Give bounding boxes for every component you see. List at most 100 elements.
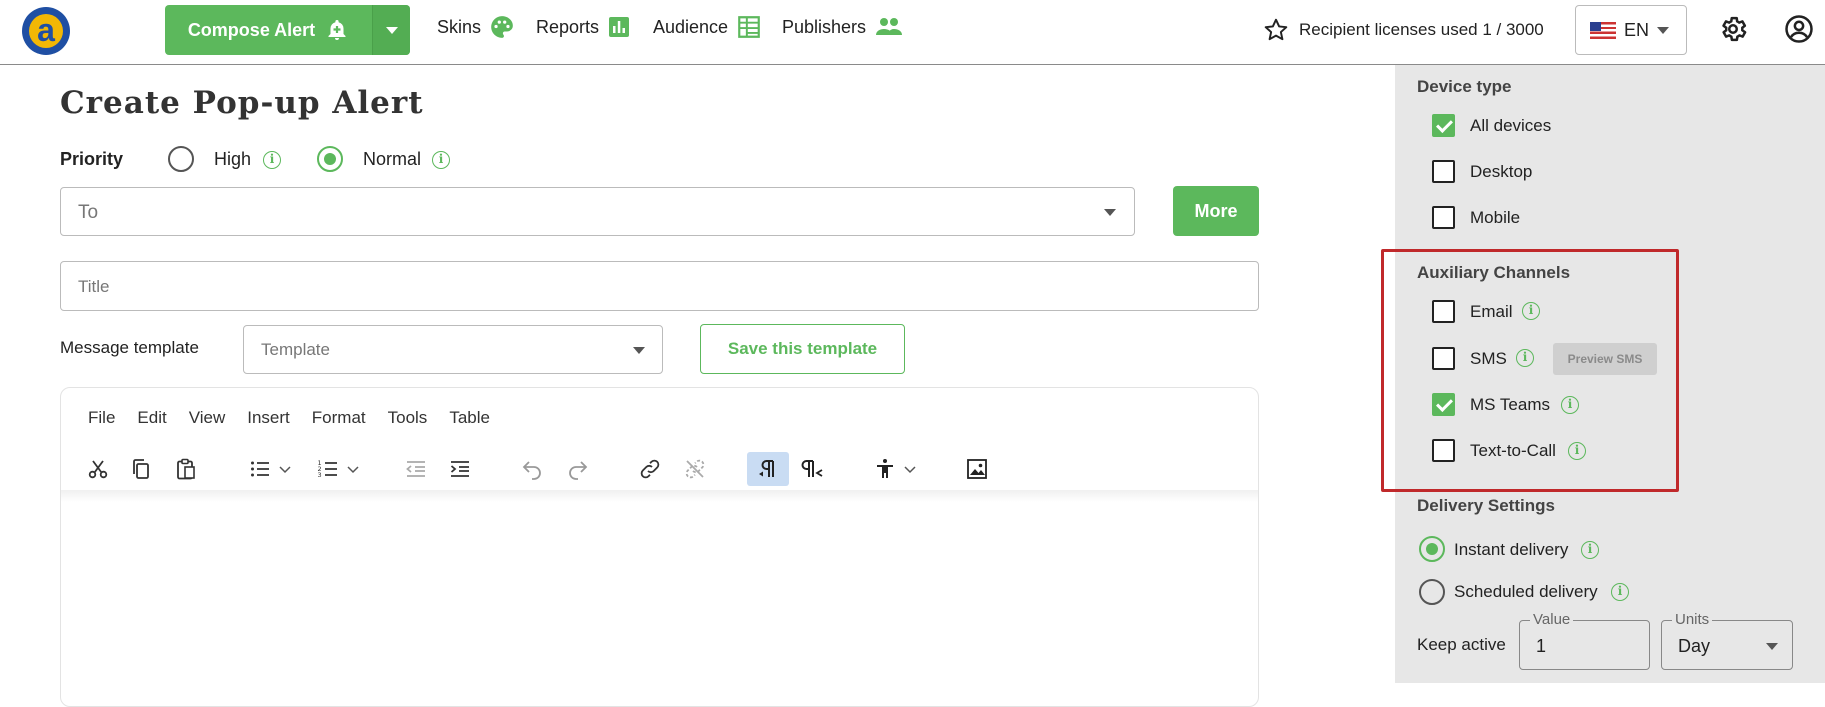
compose-dropdown-toggle[interactable]	[372, 5, 410, 55]
device-type-title: Device type	[1417, 77, 1512, 96]
compose-alert-label: Compose Alert	[187, 19, 316, 40]
bullet-list-button[interactable]	[240, 452, 300, 486]
copy-button[interactable]	[123, 452, 159, 486]
menu-file[interactable]: File	[88, 408, 115, 428]
priority-normal-radio[interactable]	[317, 146, 343, 172]
rtl-button[interactable]	[795, 452, 831, 486]
outdent-button[interactable]	[398, 452, 434, 486]
menu-view[interactable]: View	[189, 408, 226, 428]
chevron-down-icon	[279, 466, 291, 474]
numbered-list-icon: 123	[318, 459, 337, 479]
template-select[interactable]: Template	[243, 325, 663, 374]
language-select[interactable]: EN	[1575, 5, 1687, 55]
menu-format[interactable]: Format	[312, 408, 366, 428]
to-recipients-select[interactable]: To	[60, 187, 1135, 236]
link-icon	[640, 459, 660, 479]
star-icon	[1264, 18, 1288, 41]
scheduled-delivery-label: Scheduled delivery	[1454, 582, 1598, 601]
chevron-down-icon	[347, 466, 359, 474]
bar-chart-icon	[609, 17, 630, 37]
paragraph-rtl-icon	[801, 460, 823, 477]
chevron-down-icon	[386, 27, 398, 34]
svg-text:3: 3	[318, 471, 322, 479]
nav-audience-label: Audience	[653, 16, 729, 37]
ltr-button[interactable]	[747, 452, 789, 486]
priority-high-label: High	[214, 149, 252, 169]
nav-audience[interactable]: Audience	[653, 12, 762, 42]
recipient-licenses[interactable]: Recipient licenses used 1 / 3000	[1263, 15, 1544, 45]
priority-normal-label: Normal	[363, 149, 422, 169]
palette-icon	[491, 16, 513, 38]
menu-table[interactable]: Table	[449, 408, 490, 428]
keep-active-value: 1	[1536, 636, 1547, 656]
info-icon[interactable]: i	[1611, 583, 1629, 601]
info-icon[interactable]: i	[1581, 541, 1599, 559]
redo-button[interactable]	[560, 452, 596, 486]
all-devices-checkbox[interactable]	[1432, 114, 1455, 137]
template-placeholder: Template	[261, 340, 330, 359]
nav-publishers[interactable]: Publishers	[782, 12, 904, 42]
nav-skins[interactable]: Skins	[437, 12, 515, 42]
scheduled-delivery-radio[interactable]	[1419, 579, 1445, 605]
save-template-button[interactable]: Save this template	[700, 324, 905, 374]
menu-insert[interactable]: Insert	[247, 408, 290, 428]
nav-reports[interactable]: Reports	[536, 12, 631, 42]
keep-active-label: Keep active	[1417, 635, 1506, 654]
unlink-button[interactable]	[677, 452, 713, 486]
gear-icon[interactable]	[1718, 14, 1748, 44]
language-value: EN	[1624, 19, 1650, 40]
paragraph-ltr-icon	[759, 460, 774, 477]
desktop-checkbox[interactable]	[1432, 160, 1455, 183]
page-title: Create Pop-up Alert	[60, 85, 424, 121]
app-logo[interactable]: a	[22, 7, 70, 55]
scissors-icon	[88, 460, 108, 479]
compose-alert-button[interactable]: Compose Alert	[165, 5, 410, 55]
nav-reports-label: Reports	[536, 16, 600, 37]
keep-active-units: Day	[1678, 636, 1711, 656]
instant-delivery-label: Instant delivery	[1454, 540, 1569, 559]
insert-image-button[interactable]	[959, 452, 995, 486]
keep-active-value-input[interactable]: Value 1	[1519, 611, 1650, 670]
units-field-label: Units	[1672, 611, 1713, 628]
priority-label: Priority	[60, 149, 124, 169]
cut-button[interactable]	[80, 452, 116, 486]
menu-edit[interactable]: Edit	[137, 408, 166, 428]
info-icon[interactable]: i	[432, 151, 450, 169]
delivery-settings-title: Delivery Settings	[1417, 496, 1555, 515]
logo-letter: a	[37, 12, 55, 48]
chevron-down-icon	[1657, 26, 1670, 34]
rich-text-editor	[60, 387, 1259, 707]
all-devices-label: All devices	[1470, 116, 1552, 135]
instant-delivery-radio[interactable]	[1419, 536, 1445, 562]
to-placeholder: To	[78, 202, 99, 223]
numbered-list-button[interactable]: 123	[308, 452, 368, 486]
nav-skins-label: Skins	[437, 16, 482, 37]
people-icon	[876, 18, 903, 35]
account-circle-icon[interactable]	[1784, 14, 1814, 44]
title-placeholder: Title	[78, 277, 110, 296]
mobile-checkbox[interactable]	[1432, 206, 1455, 229]
image-icon	[967, 459, 987, 479]
link-button[interactable]	[632, 452, 668, 486]
keep-active-units-select[interactable]: Units Day	[1661, 611, 1793, 670]
audience-table-icon	[738, 16, 760, 38]
bell-plus-icon	[328, 20, 346, 40]
chevron-down-icon	[904, 466, 916, 474]
value-field-label: Value	[1530, 611, 1574, 628]
chevron-down-icon	[1766, 643, 1778, 650]
more-button[interactable]: More	[1173, 186, 1259, 236]
priority-high-radio[interactable]	[168, 146, 194, 172]
us-flag-icon	[1590, 21, 1616, 39]
accessibility-icon	[877, 459, 893, 478]
copy-icon	[133, 459, 149, 479]
title-input[interactable]: Title	[60, 261, 1259, 311]
info-icon[interactable]: i	[263, 151, 281, 169]
desktop-label: Desktop	[1470, 162, 1533, 181]
paste-button[interactable]	[168, 452, 204, 486]
menu-tools[interactable]: Tools	[388, 408, 428, 428]
undo-button[interactable]	[514, 452, 550, 486]
accessibility-button[interactable]	[865, 452, 925, 486]
highlight-box	[1381, 249, 1679, 492]
indent-button[interactable]	[442, 452, 478, 486]
compose-alert-main[interactable]: Compose Alert	[165, 5, 372, 55]
